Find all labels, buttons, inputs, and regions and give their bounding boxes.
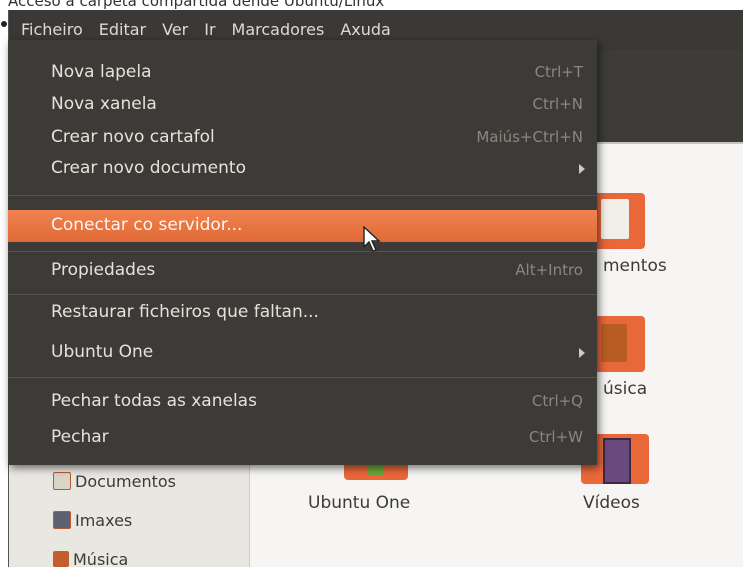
menu-item-shortcut: Ctrl+Q: [531, 392, 583, 410]
menu-item-label: Nova lapela: [51, 62, 152, 82]
menu-item-label: Nova xanela: [51, 94, 157, 114]
folder-label-videos: Vídeos: [583, 493, 640, 513]
menu-item-conectar-servidor[interactable]: Conectar co servidor...: [8, 210, 597, 242]
menu-item-nova-lapela[interactable]: Nova lapela Ctrl+T: [8, 58, 597, 88]
film-strip-icon: [603, 438, 631, 484]
pictures-icon: [53, 511, 71, 529]
menu-item-shortcut: Alt+Intro: [515, 261, 583, 279]
menu-item-propiedades[interactable]: Propiedades Alt+Intro: [8, 256, 597, 286]
sidebar-item-label: Documentos: [75, 471, 177, 491]
sidebar-item-label: Imaxes: [75, 510, 133, 530]
menu-item-pechar[interactable]: Pechar Ctrl+W: [8, 423, 597, 453]
mouse-cursor-icon: [363, 226, 381, 252]
document-icon: [53, 472, 71, 490]
menu-separator: [8, 195, 597, 196]
sidebar-item-imaxes[interactable]: Imaxes: [53, 508, 132, 532]
menu-item-crear-documento[interactable]: Crear novo documento: [8, 154, 597, 184]
page-caption: Acceso á carpeta compartida dende Ubuntu…: [8, 0, 385, 10]
list-bullet: [1, 21, 7, 27]
sidebar-item-musica[interactable]: Música: [53, 547, 128, 571]
menu-item-label: Conectar co servidor...: [51, 215, 243, 235]
sidebar-item-label: Música: [73, 549, 129, 569]
menu-item-pechar-todas[interactable]: Pechar todas as xanelas Ctrl+Q: [8, 387, 597, 417]
menu-item-shortcut: Ctrl+N: [532, 95, 583, 113]
menu-item-label: Crear novo documento: [51, 158, 246, 178]
folder-label-documentos: mentos: [603, 256, 667, 276]
menu-item-restaurar[interactable]: Restaurar ficheiros que faltan...: [8, 298, 597, 328]
music-icon: [53, 551, 69, 567]
menu-item-label: Pechar: [51, 427, 109, 447]
menu-separator: [8, 377, 597, 378]
menu-item-label: Crear novo cartafol: [51, 127, 215, 147]
submenu-arrow-icon: [579, 164, 585, 174]
menu-item-label: Ubuntu One: [51, 342, 154, 362]
menu-item-crear-cartafol[interactable]: Crear novo cartafol Maiús+Ctrl+N: [8, 123, 597, 153]
menu-item-label: Restaurar ficheiros que faltan...: [51, 302, 319, 322]
menu-item-label: Pechar todas as xanelas: [51, 391, 257, 411]
folder-label-ubuntu-one: Ubuntu One: [308, 493, 411, 513]
document-sheet-icon: [601, 199, 629, 239]
menu-item-shortcut: Maiús+Ctrl+N: [476, 128, 583, 146]
ubuntu-one-emblem-icon: [368, 464, 384, 476]
folder-label-musica: úsica: [603, 379, 648, 399]
submenu-arrow-icon: [579, 348, 585, 358]
menu-separator: [8, 251, 597, 252]
menu-separator: [8, 294, 597, 295]
menu-item-nova-xanela[interactable]: Nova xanela Ctrl+N: [8, 90, 597, 120]
menu-item-label: Propiedades: [51, 260, 156, 280]
music-note-icon: [601, 324, 627, 362]
menu-item-shortcut: Ctrl+T: [534, 63, 583, 81]
sidebar-item-documentos[interactable]: Documentos: [53, 469, 176, 493]
menu-item-shortcut: Ctrl+W: [528, 428, 583, 446]
menu-item-ubuntu-one[interactable]: Ubuntu One: [8, 338, 597, 368]
ficheiro-menu: Nova lapela Ctrl+T Nova xanela Ctrl+N Cr…: [8, 40, 597, 465]
